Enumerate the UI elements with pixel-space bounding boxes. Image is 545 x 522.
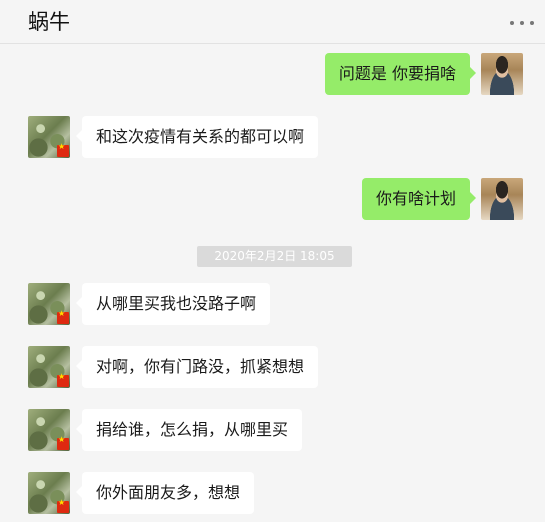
china-flag-icon — [57, 309, 69, 324]
message-bubble-contact[interactable]: 你外面朋友多，想想 — [75, 472, 255, 514]
avatar-self[interactable] — [481, 178, 523, 220]
chat-title: 蜗牛 — [28, 10, 70, 34]
message-bubble-self[interactable]: 问题是 你要捐啥 — [324, 53, 477, 95]
china-flag-icon — [57, 498, 69, 513]
avatar-contact[interactable] — [28, 472, 70, 514]
avatar-contact[interactable] — [28, 116, 70, 158]
avatar-self[interactable] — [481, 53, 523, 95]
message-bubble-contact[interactable]: 对啊，你有门路没，抓紧想想 — [75, 346, 319, 388]
china-flag-icon — [57, 142, 69, 157]
chat-header: 蜗牛 — [0, 0, 545, 44]
avatar-contact[interactable] — [28, 283, 70, 325]
more-dot — [520, 21, 524, 25]
more-dot — [530, 21, 534, 25]
avatar-contact[interactable] — [28, 346, 70, 388]
china-flag-icon — [57, 435, 69, 450]
message-bubble-self[interactable]: 你有啥计划 — [361, 178, 477, 220]
message-bubble-contact[interactable]: 从哪里买我也没路子啊 — [75, 283, 271, 325]
message-bubble-contact[interactable]: 和这次疫情有关系的都可以啊 — [75, 116, 319, 158]
more-dots-icon[interactable] — [507, 14, 537, 32]
timestamp-label: 2020年2月2日 18:05 — [197, 246, 352, 267]
china-flag-icon — [57, 372, 69, 387]
message-bubble-contact[interactable]: 捐给谁，怎么捐，从哪里买 — [75, 409, 303, 451]
more-dot — [510, 21, 514, 25]
header-divider — [0, 43, 545, 44]
avatar-contact[interactable] — [28, 409, 70, 451]
